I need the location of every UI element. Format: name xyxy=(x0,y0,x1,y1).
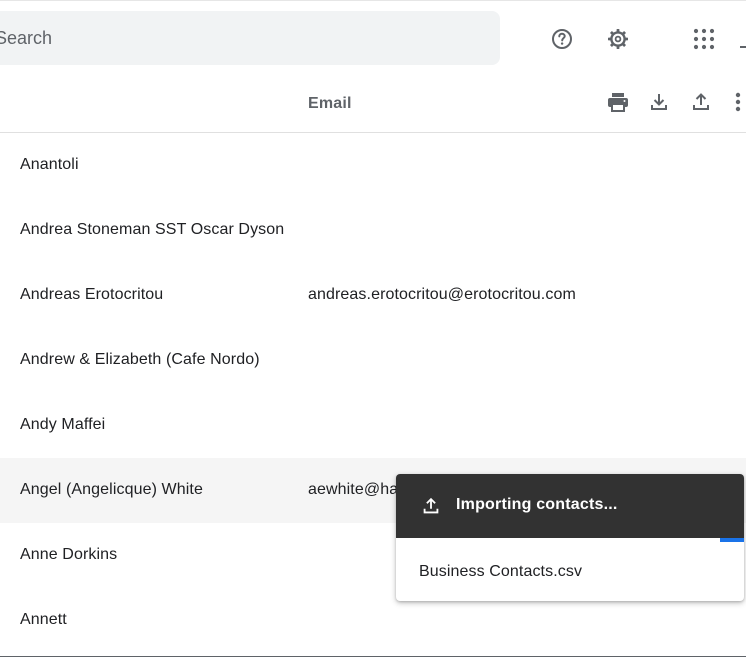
contact-name: Andrew & Elizabeth (Cafe Nordo) xyxy=(20,351,260,368)
column-header-email[interactable]: Email xyxy=(308,95,352,113)
list-header: Email xyxy=(0,77,746,133)
contact-name: Anne Dorkins xyxy=(20,546,118,563)
table-row[interactable]: Andrea Stoneman SST Oscar Dyson xyxy=(0,198,746,263)
account-edge-fragment xyxy=(740,46,746,48)
more-actions-button[interactable] xyxy=(726,85,746,119)
import-progress-bar xyxy=(396,538,744,542)
import-progress-fill xyxy=(719,538,744,542)
import-button[interactable] xyxy=(684,85,718,119)
contact-name: Anantoli xyxy=(20,156,79,173)
toast-header: Importing contacts... xyxy=(396,474,744,538)
top-bar xyxy=(0,1,746,77)
contact-name: Annett xyxy=(20,611,67,628)
apps-button[interactable] xyxy=(684,19,724,59)
print-icon xyxy=(608,93,628,112)
gear-icon xyxy=(608,29,628,49)
contact-name: Andrea Stoneman SST Oscar Dyson xyxy=(20,221,285,238)
contact-name: Angel (Angelicque) White xyxy=(20,481,203,498)
download-button[interactable] xyxy=(642,85,676,119)
upload-icon xyxy=(693,93,709,110)
table-row[interactable]: Anantoli xyxy=(0,133,746,198)
contact-email: aewhite@ha xyxy=(308,481,399,498)
contact-name: Andreas Erotocritou xyxy=(20,286,164,303)
more-vert-icon xyxy=(735,92,741,112)
apps-grid-icon xyxy=(693,28,715,50)
help-button[interactable] xyxy=(542,19,582,59)
toast-upload-icon xyxy=(420,495,442,517)
settings-button[interactable] xyxy=(598,19,638,59)
toast-title: Importing contacts... xyxy=(456,496,618,513)
upload-icon xyxy=(423,497,439,514)
contacts-page: Email xyxy=(0,0,746,657)
download-icon xyxy=(651,94,667,110)
import-file-name: Business Contacts.csv xyxy=(419,563,583,580)
table-row[interactable]: Andreas Erotocritou andreas.erotocritou@… xyxy=(0,263,746,328)
search-input[interactable] xyxy=(0,11,500,65)
table-row[interactable]: Andrew & Elizabeth (Cafe Nordo) xyxy=(0,328,746,393)
print-button[interactable] xyxy=(601,85,635,119)
import-progress-toast: Importing contacts... Business Contacts.… xyxy=(396,474,744,601)
search-box[interactable] xyxy=(0,11,500,65)
contact-name: Andy Maffei xyxy=(20,416,106,433)
contact-email: andreas.erotocritou@erotocritou.com xyxy=(308,286,576,303)
table-row[interactable]: Andy Maffei xyxy=(0,393,746,458)
help-icon xyxy=(552,29,572,49)
